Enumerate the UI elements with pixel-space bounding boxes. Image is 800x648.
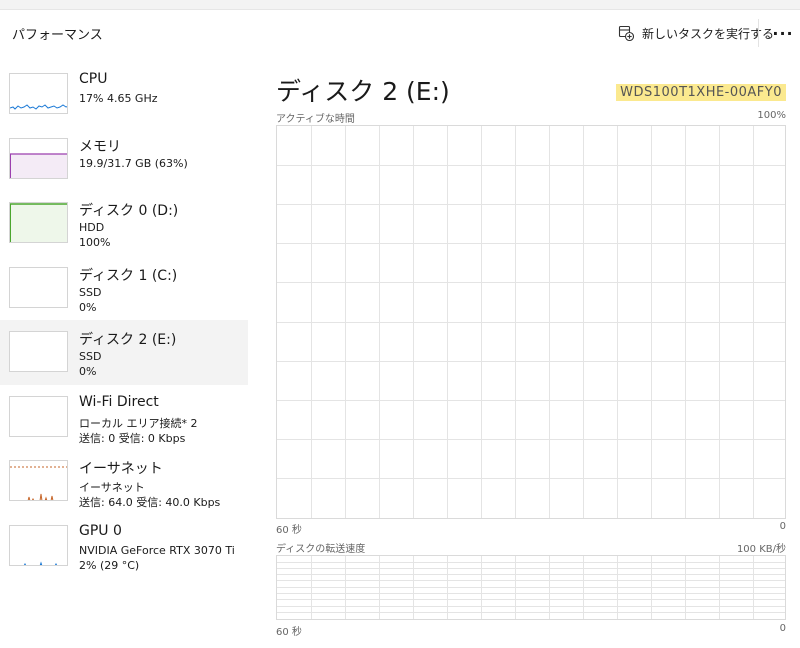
- disk-0-thumbnail-graph: [9, 202, 68, 243]
- active-time-label: アクティブな時間: [276, 114, 355, 125]
- sidebar-item-usage: 100%: [79, 236, 111, 249]
- active-time-max-label: 100%: [757, 110, 786, 121]
- sidebar-item-usage: 送信: 0 受信: 0 Kbps: [79, 431, 186, 445]
- sidebar-item-usage: 0%: [79, 365, 97, 378]
- gpu-0-thumbnail-graph: [9, 524, 68, 566]
- sidebar-item-disk-1[interactable]: ディスク 1 (C:) SSD 0%: [0, 256, 248, 321]
- sidebar-item-gpu-0[interactable]: GPU 0 NVIDIA GeForce RTX 3070 Ti 2% (29 …: [0, 514, 248, 579]
- sidebar-item-disk-0[interactable]: ディスク 0 (D:) HDD 100%: [0, 191, 248, 256]
- active-time-x-left-label: 60 秒: [276, 525, 302, 536]
- transfer-rate-label: ディスクの転送速度: [276, 544, 366, 555]
- new-task-icon: [618, 25, 635, 42]
- transfer-rate-x-left-label: 60 秒: [276, 627, 302, 638]
- ethernet-thumbnail-graph: [9, 460, 68, 501]
- sidebar-item-detail: HDD: [79, 221, 105, 234]
- memory-thumbnail-graph: [9, 137, 68, 179]
- sidebar-item-detail: 17% 4.65 GHz: [79, 92, 158, 105]
- sidebar-item-name: GPU 0: [79, 522, 122, 539]
- wifi-direct-thumbnail-graph: [9, 395, 68, 437]
- sidebar-item-name: Wi-Fi Direct: [79, 393, 159, 410]
- sidebar-item-detail: イーサネット: [79, 481, 145, 494]
- title-bar-strip: [0, 0, 800, 10]
- sidebar-item-disk-2[interactable]: ディスク 2 (E:) SSD 0%: [0, 320, 248, 385]
- active-time-x-right-label: 0: [779, 521, 786, 532]
- sidebar-item-detail: SSD: [79, 285, 102, 299]
- transfer-rate-graph: [276, 555, 786, 620]
- transfer-rate-x-right-label: 0: [779, 623, 786, 634]
- sidebar-item-memory[interactable]: メモリ 19.9/31.7 GB (63%): [0, 127, 248, 192]
- run-new-task-label: 新しいタスクを実行する: [642, 26, 775, 41]
- run-new-task-button[interactable]: 新しいタスクを実行する: [612, 18, 780, 48]
- transfer-rate-max-label: 100 KB/秒: [736, 544, 786, 555]
- sidebar-item-usage: 0%: [79, 300, 97, 314]
- sidebar-item-name: イーサネット: [79, 461, 163, 477]
- header-divider: [758, 19, 759, 47]
- disk-model-name: WDS100T1XHE-00AFY0: [616, 84, 786, 101]
- sidebar-item-usage: 送信: 64.0 受信: 40.0 Kbps: [79, 496, 221, 509]
- sidebar-item-detail: ローカル エリア接続* 2: [79, 416, 198, 430]
- disk-2-thumbnail-graph: [9, 331, 68, 372]
- sidebar-item-usage: 2% (29 °C): [79, 558, 140, 572]
- page-header: パフォーマンス 新しいタスクを実行する ···: [0, 10, 800, 56]
- page-title: パフォーマンス: [12, 28, 103, 43]
- sidebar-item-name: ディスク 0 (D:): [79, 203, 179, 219]
- sidebar-item-ethernet[interactable]: イーサネット イーサネット 送信: 64.0 受信: 40.0 Kbps: [0, 449, 248, 514]
- cpu-thumbnail-graph: [9, 73, 68, 114]
- more-options-button[interactable]: ···: [770, 20, 796, 46]
- sidebar-item-wifi-direct[interactable]: Wi-Fi Direct ローカル エリア接続* 2 送信: 0 受信: 0 K…: [0, 385, 248, 450]
- sidebar-item-name: ディスク 2 (E:): [79, 332, 177, 348]
- sidebar-item-name: メモリ: [79, 138, 121, 155]
- sidebar-item-name: ディスク 1 (C:): [79, 267, 178, 284]
- resource-sidebar: CPU 17% 4.65 GHz メモリ 19.9/31.7 GB (63%) …: [0, 62, 248, 578]
- sidebar-item-detail: NVIDIA GeForce RTX 3070 Ti: [79, 543, 235, 557]
- disk-1-thumbnail-graph: [9, 266, 68, 308]
- sidebar-item-detail: 19.9/31.7 GB (63%): [79, 156, 188, 170]
- active-time-graph: [276, 125, 786, 519]
- sidebar-item-detail: SSD: [79, 350, 102, 363]
- sidebar-item-name: CPU: [79, 71, 108, 87]
- sidebar-item-cpu[interactable]: CPU 17% 4.65 GHz: [0, 62, 248, 127]
- disk-title: ディスク 2 (E:): [276, 77, 450, 106]
